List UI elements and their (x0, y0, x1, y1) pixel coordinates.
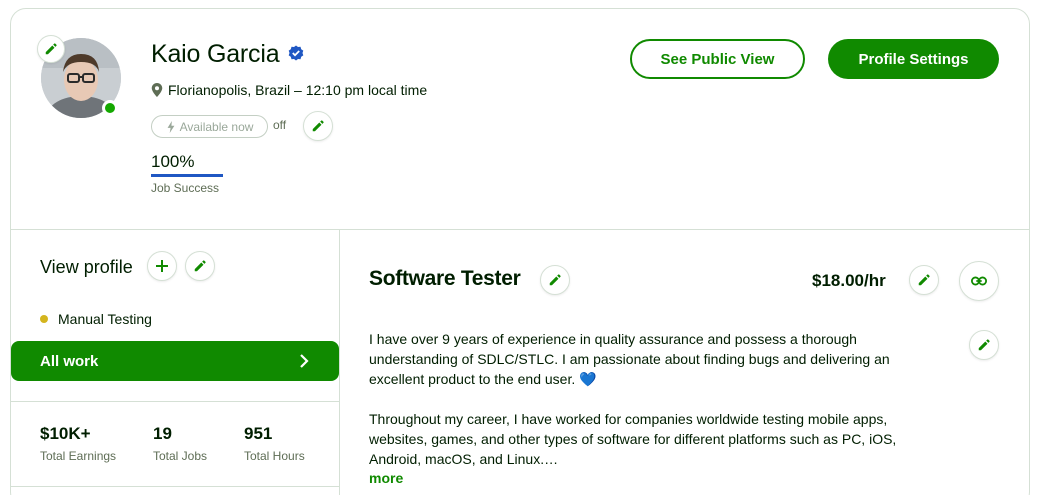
stat-total-earnings: $10K+ Total Earnings (40, 424, 116, 463)
job-success-bar (151, 174, 223, 177)
all-work-tab[interactable]: All work (11, 341, 339, 381)
view-profile-heading: View profile (40, 257, 133, 277)
pencil-icon (549, 274, 561, 286)
pencil-icon (312, 120, 324, 132)
stat-total-jobs: 19 Total Jobs (153, 424, 207, 463)
location-text: Florianopolis, Brazil – 12:10 pm local t… (168, 82, 428, 98)
hourly-rate: $18.00/hr (812, 271, 886, 290)
skill-label: Manual Testing (58, 311, 152, 327)
stat-value: 19 (153, 424, 172, 443)
see-public-view-button[interactable]: See Public View (630, 39, 805, 79)
overview-text: I have over 9 years of experience in qua… (369, 331, 890, 387)
profile-title: Software Tester (369, 267, 521, 290)
pencil-icon (978, 339, 990, 351)
column-divider (339, 229, 340, 495)
stat-value: $10K+ (40, 424, 91, 443)
overview-paragraph: Throughout my career, I have worked for … (369, 411, 897, 467)
job-success-label: Job Success (151, 181, 220, 195)
stat-value: 951 (244, 424, 273, 443)
edit-overview-button[interactable] (969, 330, 999, 360)
plus-icon (156, 260, 168, 272)
pencil-icon (45, 43, 57, 55)
stats-bottom-divider (10, 486, 339, 487)
location-pin-icon (151, 83, 163, 97)
pencil-icon (194, 260, 206, 272)
availability-label: Available now (179, 119, 254, 134)
edit-rate-button[interactable] (909, 265, 939, 295)
all-work-label: All work (40, 352, 99, 370)
job-success-fill (151, 174, 223, 177)
add-specialized-profile-button[interactable] (147, 251, 177, 281)
stat-total-hours: 951 Total Hours (244, 424, 305, 463)
verified-badge-icon (288, 45, 304, 66)
profile-item-manual-testing[interactable]: Manual Testing (40, 311, 152, 327)
pencil-icon (918, 274, 930, 286)
stat-label: Total Earnings (40, 449, 117, 463)
profile-name: Kaio Garcia (151, 40, 280, 68)
chevron-right-icon (300, 354, 309, 368)
profile-overview: I have over 9 years of experience in qua… (369, 329, 929, 489)
stat-label: Total Jobs (153, 449, 208, 463)
stat-label: Total Hours (244, 449, 305, 463)
edit-profiles-button[interactable] (185, 251, 215, 281)
more-link[interactable]: more (369, 470, 403, 486)
heart-emoji: 💙 (579, 371, 597, 387)
job-success-value: 100% (151, 152, 195, 171)
edit-photo-button[interactable] (37, 35, 65, 63)
availability-badge[interactable]: Available now (151, 115, 268, 138)
edit-availability-button[interactable] (303, 111, 333, 141)
skill-dot (40, 315, 48, 323)
profile-settings-button[interactable]: Profile Settings (828, 39, 999, 79)
overview-paragraph: I have over 9 years of experience in qua… (369, 329, 929, 389)
online-status-dot (102, 100, 118, 116)
edit-title-button[interactable] (540, 265, 570, 295)
link-icon (971, 276, 987, 286)
availability-state: off (273, 118, 287, 132)
copy-link-button[interactable] (959, 261, 999, 301)
location-row: Florianopolis, Brazil – 12:10 pm local t… (151, 82, 427, 98)
stats-divider (10, 401, 339, 402)
section-divider (10, 229, 1030, 230)
bolt-icon (167, 120, 175, 133)
